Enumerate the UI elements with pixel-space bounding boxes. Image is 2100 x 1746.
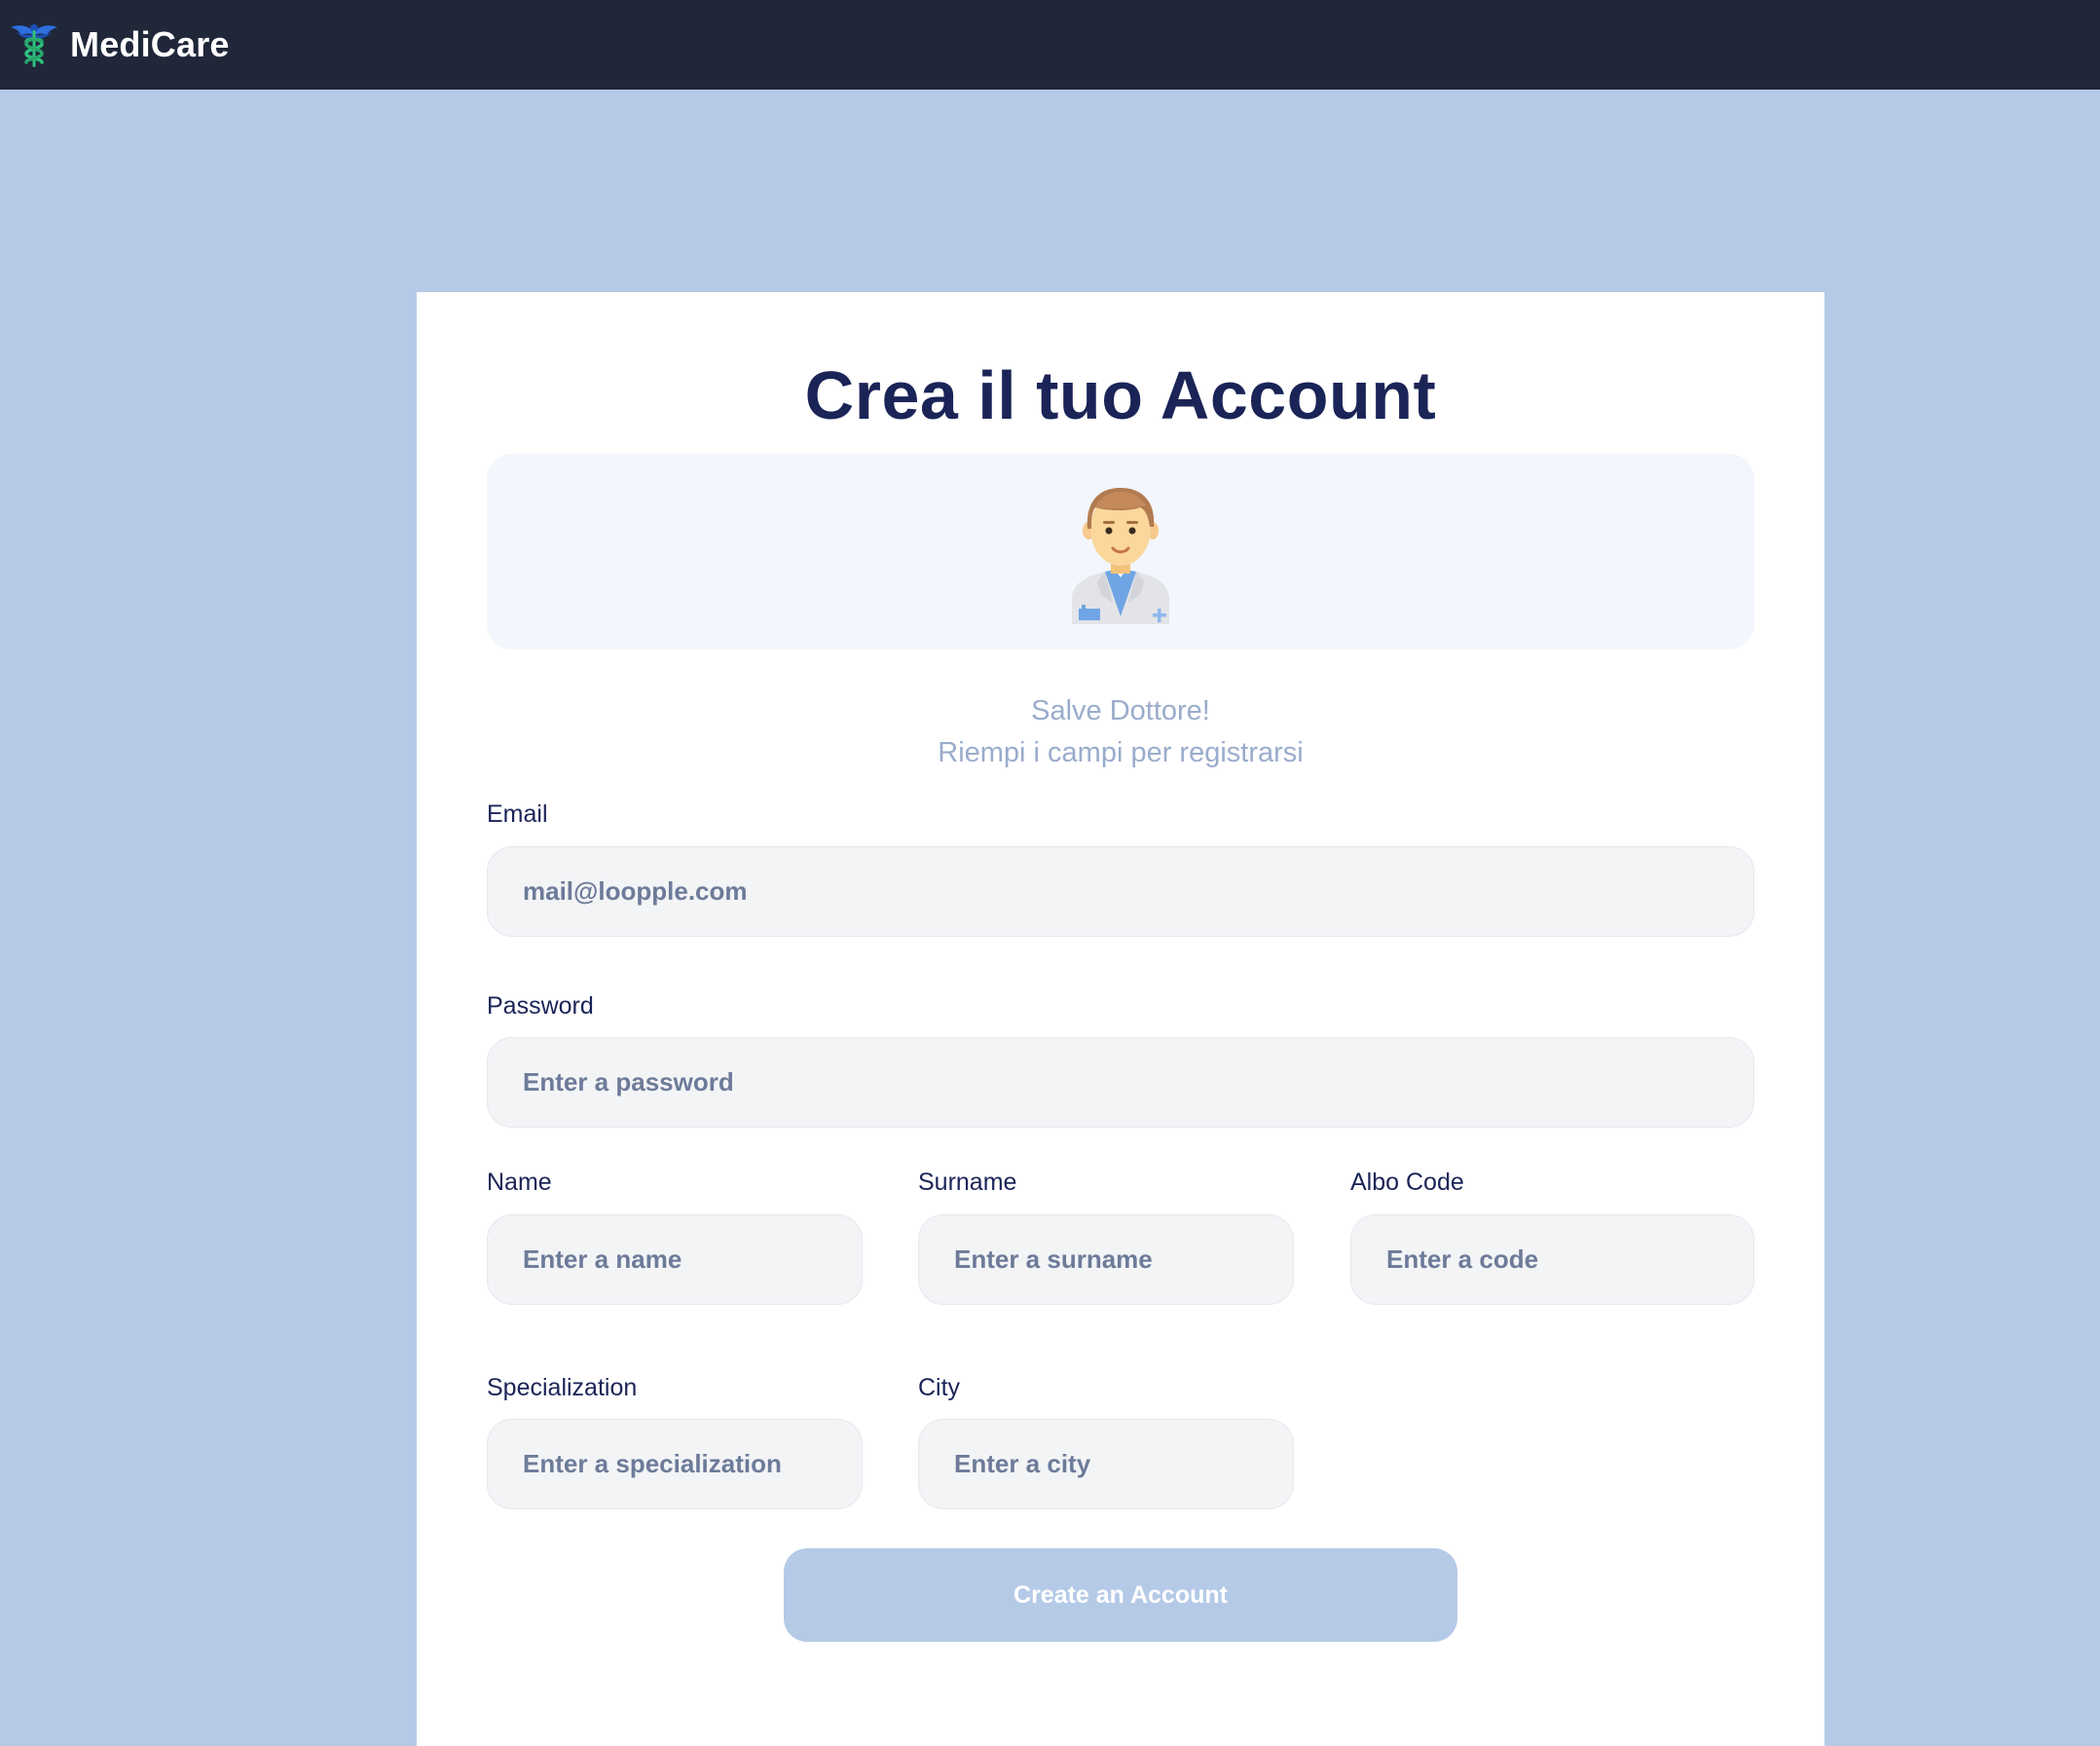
name-field[interactable] — [487, 1214, 863, 1305]
caduceus-icon — [8, 19, 60, 71]
password-label: Password — [487, 992, 594, 1020]
top-navbar: MediCare — [0, 0, 2100, 90]
specialization-field[interactable] — [487, 1419, 863, 1509]
email-field[interactable] — [487, 846, 1754, 937]
name-label: Name — [487, 1169, 552, 1196]
brand-name: MediCare — [70, 24, 230, 64]
city-label: City — [918, 1374, 961, 1401]
greeting-subtitle: Riempi i campi per registrarsi — [938, 737, 1304, 768]
email-label: Email — [487, 800, 548, 828]
albo-code-label: Albo Code — [1350, 1169, 1464, 1196]
brand-link[interactable]: MediCare — [8, 19, 230, 71]
albo-code-field[interactable] — [1350, 1214, 1754, 1305]
create-account-button[interactable]: Create an Account — [784, 1548, 1457, 1642]
signup-card: Crea il tuo Account Salve Dottore! Riemp… — [417, 292, 1824, 1746]
doctor-avatar-icon — [1062, 480, 1179, 624]
surname-label: Surname — [918, 1169, 1017, 1196]
page-title: Crea il tuo Account — [804, 357, 1437, 433]
greeting-title: Salve Dottore! — [1031, 695, 1210, 726]
city-field[interactable] — [918, 1419, 1294, 1509]
specialization-label: Specialization — [487, 1374, 638, 1401]
surname-field[interactable] — [918, 1214, 1294, 1305]
avatar-banner — [487, 454, 1754, 650]
password-field[interactable] — [487, 1037, 1754, 1128]
